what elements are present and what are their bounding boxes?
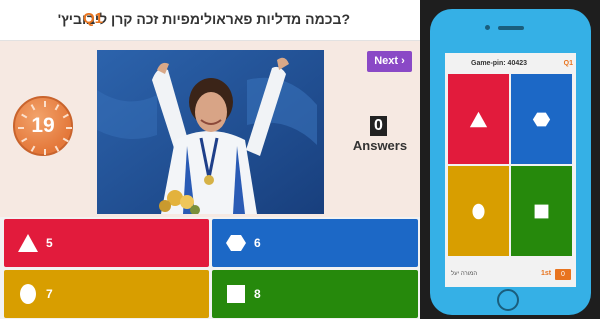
hexagon-icon xyxy=(532,112,551,127)
question-area: 19 Next › 0 Answers xyxy=(0,41,420,217)
answers-label: Answers xyxy=(352,138,408,153)
host-screen: ?בכמה מדליות פאראולימפיות זכה קרן ליבובי… xyxy=(0,0,420,319)
speaker-icon xyxy=(498,26,524,30)
answer-option-yellow[interactable]: 7 xyxy=(4,270,209,318)
question-photo xyxy=(97,50,324,214)
phone-answer-green[interactable] xyxy=(511,166,572,256)
countdown-timer: 19 xyxy=(13,96,73,156)
hexagon-icon xyxy=(226,235,246,251)
phone-device: Game-pin: 40423 Q1 המורה יעל 1st 0 xyxy=(430,9,591,315)
answers-count: 0 xyxy=(370,116,387,136)
question-number: Q1 xyxy=(82,10,103,27)
answer-option-red[interactable]: 5 xyxy=(4,219,209,267)
square-icon xyxy=(534,204,549,219)
next-button[interactable]: Next › xyxy=(367,51,412,72)
phone-question-number: Q1 xyxy=(563,60,573,67)
answer-value: 6 xyxy=(254,236,261,250)
player-rank: 1st xyxy=(541,270,552,277)
phone-answer-red[interactable] xyxy=(448,74,509,164)
phone-answer-blue[interactable] xyxy=(511,74,572,164)
camera-icon xyxy=(485,25,490,30)
answer-option-green[interactable]: 8 xyxy=(212,270,418,318)
triangle-icon xyxy=(469,111,488,128)
answer-value: 5 xyxy=(46,236,53,250)
phone-footer: המורה יעל 1st 0 xyxy=(445,267,576,283)
phone-header: Game-pin: 40423 Q1 xyxy=(445,58,576,72)
question-bar: ?בכמה מדליות פאראולימפיות זכה קרן ליבובי… xyxy=(0,0,420,41)
circle-icon xyxy=(20,284,36,304)
square-icon xyxy=(227,285,245,303)
home-button[interactable] xyxy=(497,289,519,311)
timer-value: 19 xyxy=(31,114,55,137)
athlete-photo-illustration xyxy=(97,50,324,214)
game-pin: Game-pin: 40423 xyxy=(471,60,528,67)
triangle-icon xyxy=(18,234,38,252)
answer-value: 7 xyxy=(46,287,53,301)
phone-screen: Game-pin: 40423 Q1 המורה יעל 1st 0 xyxy=(445,53,576,287)
answer-option-blue[interactable]: 6 xyxy=(212,219,418,267)
phone-answer-yellow[interactable] xyxy=(448,166,509,256)
circle-icon xyxy=(472,203,485,220)
player-name: המורה יעל xyxy=(451,271,478,277)
answer-value: 8 xyxy=(254,287,261,301)
player-score: 0 xyxy=(555,269,571,280)
